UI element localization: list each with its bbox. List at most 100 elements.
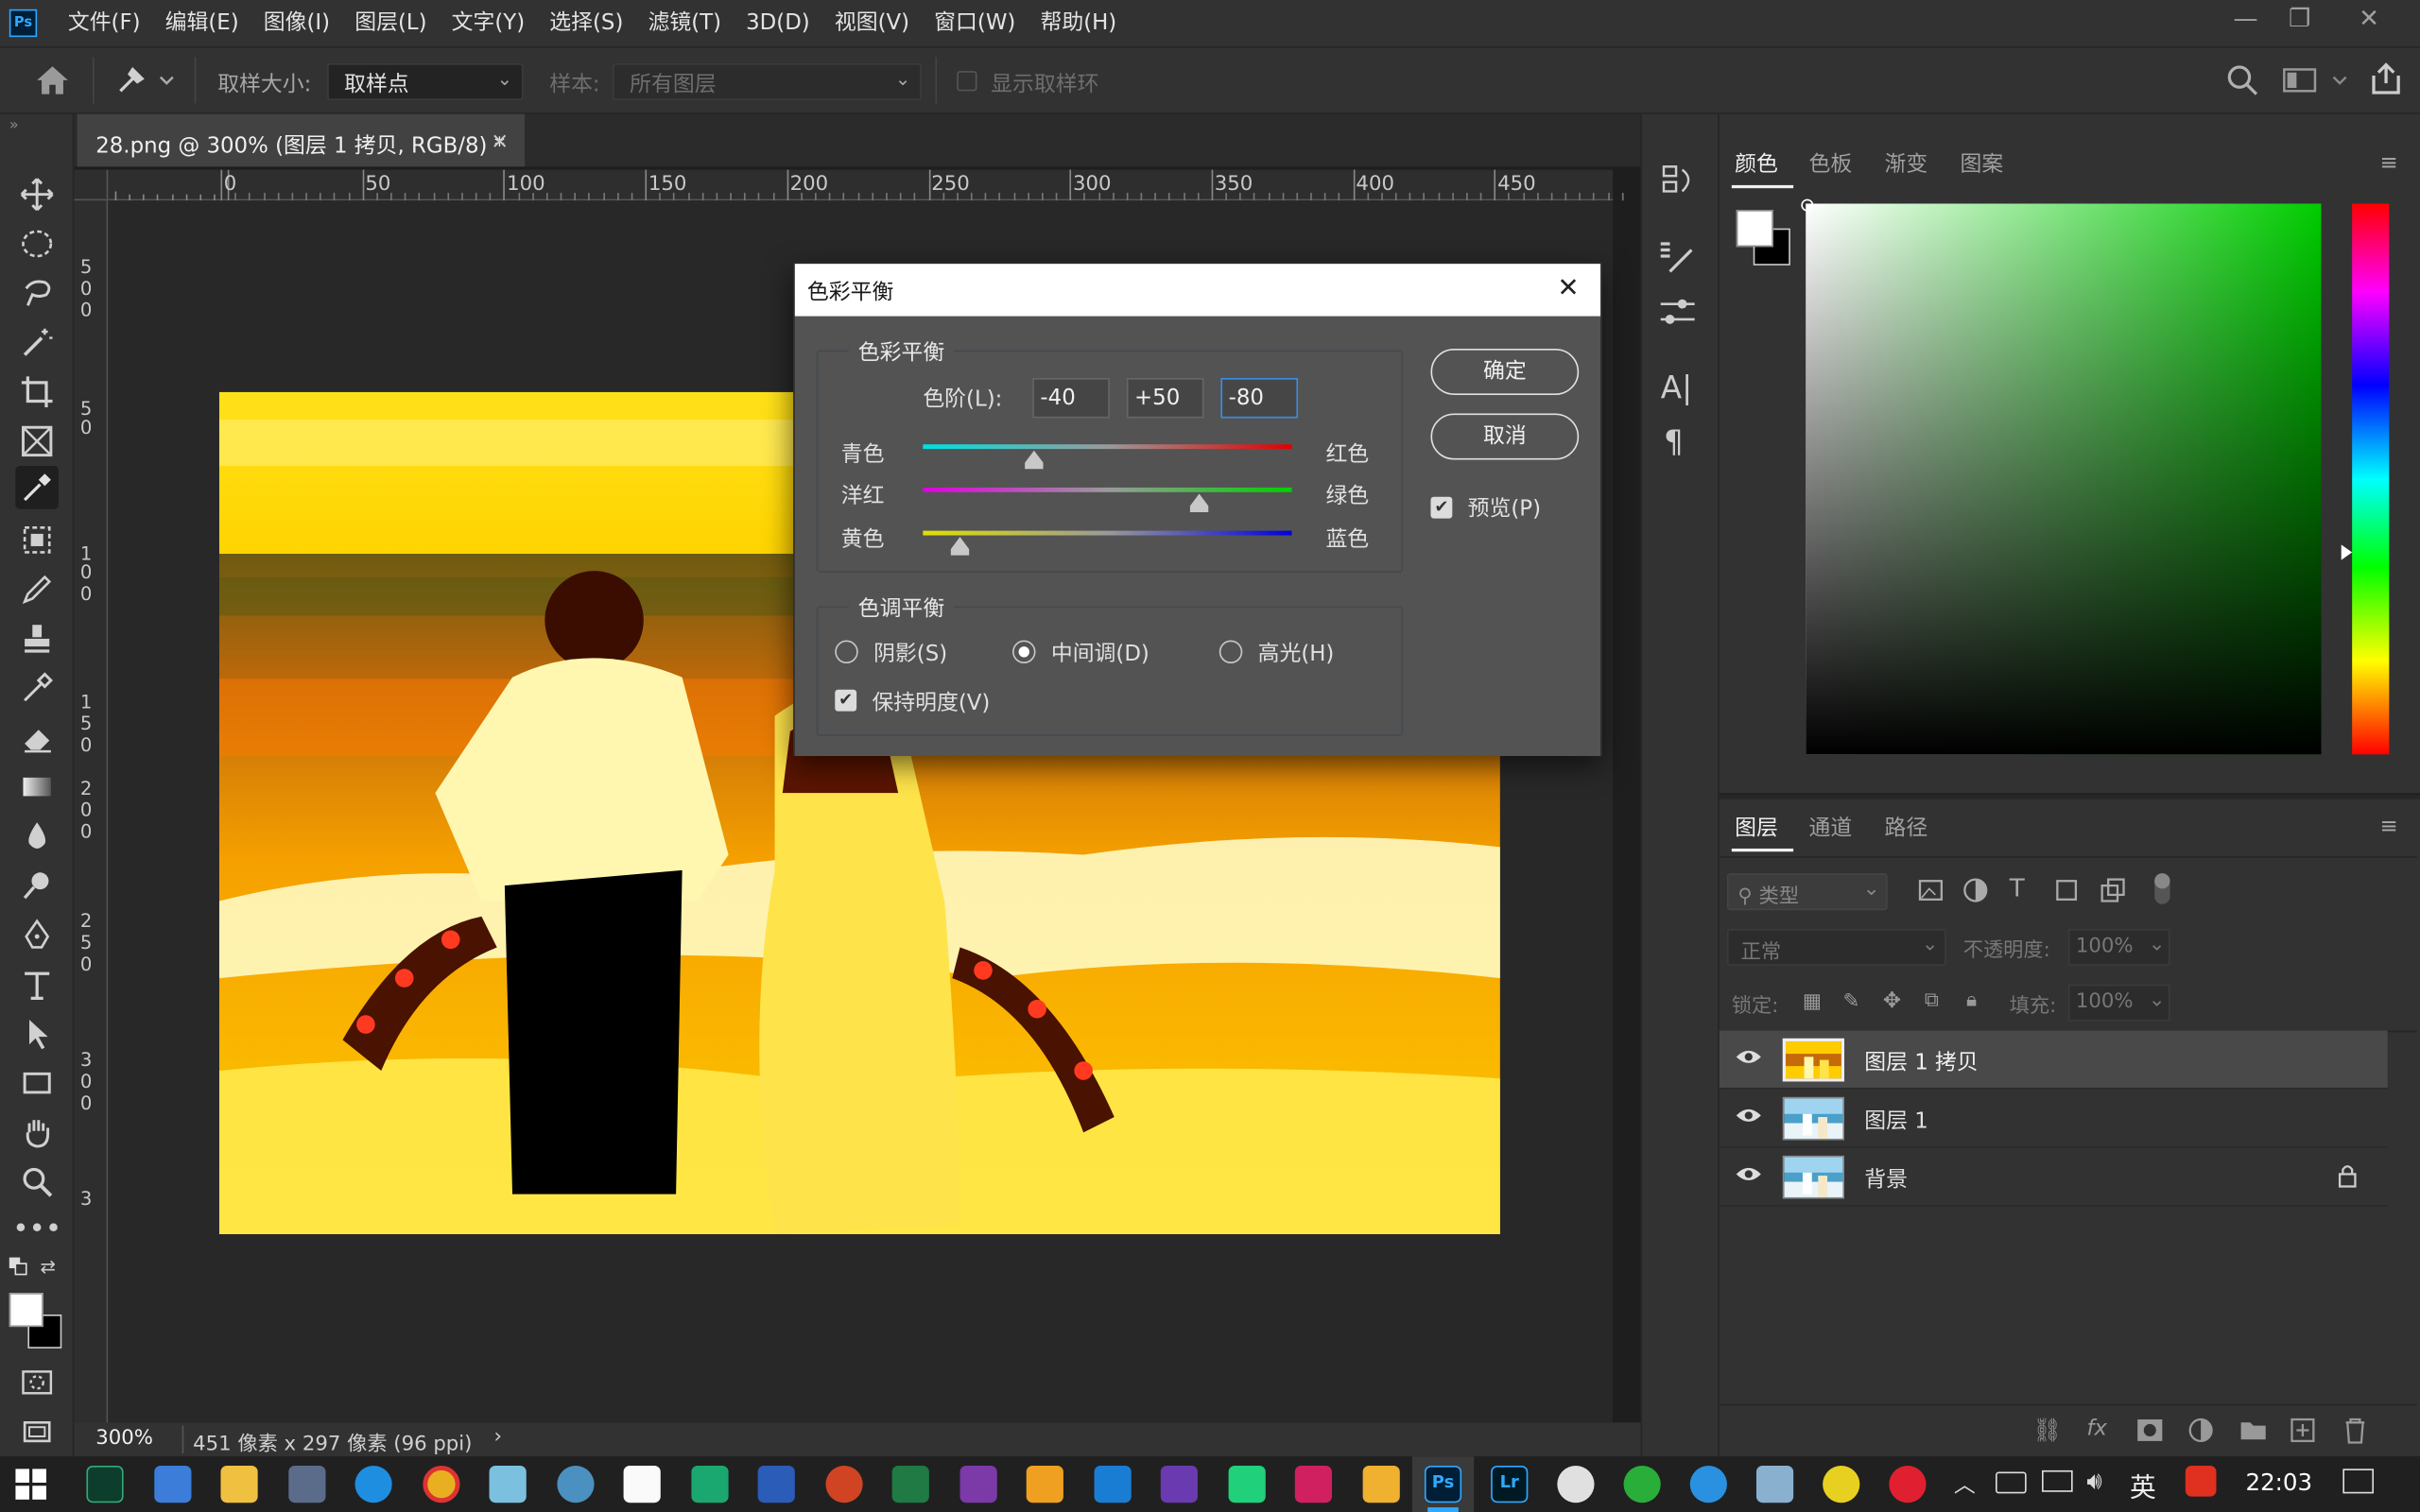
panel-menu-icon[interactable]: ≡ xyxy=(2380,815,2398,839)
edge-browser-icon[interactable] xyxy=(354,1466,392,1503)
frame-tool-icon[interactable] xyxy=(15,420,59,463)
workspace-icon[interactable] xyxy=(2281,66,2352,94)
search-icon[interactable] xyxy=(2225,63,2259,97)
blur-tool-icon[interactable] xyxy=(15,815,59,858)
cyan-red-slider-track[interactable] xyxy=(923,444,1292,450)
tab-color[interactable]: 颜色 xyxy=(1735,148,1778,180)
powerpoint-app-icon[interactable] xyxy=(825,1466,863,1503)
zoom-level[interactable]: 300% xyxy=(95,1427,153,1450)
layer-style-icon[interactable]: fx xyxy=(2086,1417,2107,1441)
lock-transparent-icon[interactable]: ▦ xyxy=(1803,990,1822,1013)
tab-swatches[interactable]: 色板 xyxy=(1808,148,1852,180)
lightroom-taskbar-icon[interactable]: Lr xyxy=(1491,1466,1529,1503)
adjustments-icon[interactable] xyxy=(1657,293,1697,333)
menu-select[interactable]: 选择(S) xyxy=(537,0,635,46)
brush-settings-icon[interactable] xyxy=(1657,237,1697,277)
cancel-button[interactable]: 取消 xyxy=(1430,413,1580,460)
user-app-icon[interactable] xyxy=(154,1466,192,1503)
show-ring-checkbox[interactable] xyxy=(957,71,977,92)
gradient-tool-icon[interactable] xyxy=(15,765,59,809)
brush-tool-icon[interactable] xyxy=(15,568,59,611)
tone-midtones-radio[interactable] xyxy=(1012,640,1036,664)
path-selection-tool-icon[interactable] xyxy=(15,1012,59,1056)
minimize-icon[interactable]: — xyxy=(2215,0,2276,40)
lasso-tool-icon[interactable] xyxy=(15,271,59,315)
eye-icon[interactable] xyxy=(1735,1163,1762,1185)
windows-start-icon[interactable] xyxy=(15,1469,46,1500)
menu-3d[interactable]: 3D(D) xyxy=(734,0,822,46)
dialog-close-icon[interactable]: ✕ xyxy=(1557,273,1579,304)
network-icon[interactable] xyxy=(2041,1469,2073,1492)
home-icon[interactable] xyxy=(34,63,71,97)
adjustment-layer-icon[interactable] xyxy=(2188,1418,2213,1443)
onenote-app-icon[interactable] xyxy=(959,1466,997,1503)
magic-wand-tool-icon[interactable] xyxy=(15,321,59,365)
tab-patterns[interactable]: 图案 xyxy=(1960,148,2003,180)
eraser-tool-icon[interactable] xyxy=(15,716,59,760)
ok-button[interactable]: 确定 xyxy=(1430,348,1580,395)
clock[interactable]: 22:03 xyxy=(2246,1469,2313,1496)
visual-studio-icon[interactable] xyxy=(1160,1466,1198,1503)
filter-type-icon[interactable]: T xyxy=(2010,873,2025,902)
markdown-app-icon[interactable] xyxy=(691,1466,729,1503)
delete-layer-icon[interactable] xyxy=(2342,1417,2367,1444)
eye-icon[interactable] xyxy=(1735,1046,1762,1068)
filter-shape-icon[interactable] xyxy=(2052,876,2080,903)
wechat-app-icon[interactable] xyxy=(1623,1466,1661,1503)
sublime-app-icon[interactable] xyxy=(1026,1466,1063,1503)
move-tool-icon[interactable] xyxy=(15,173,59,216)
blend-mode-select[interactable]: 正常 ⌄ xyxy=(1726,928,1946,967)
rectangle-tool-icon[interactable] xyxy=(15,1061,59,1105)
preserve-luminosity-checkbox[interactable]: ✔ xyxy=(835,689,857,712)
pen-tool-icon[interactable] xyxy=(15,914,59,957)
hand-tool-icon[interactable] xyxy=(15,1111,59,1155)
tray-expand-icon[interactable]: ︿ xyxy=(1954,1469,1976,1500)
sample-select[interactable]: 所有图层 ⌄ xyxy=(613,62,922,101)
lock-artboard-icon[interactable]: ⧉ xyxy=(1925,989,1939,1012)
calculator-icon[interactable] xyxy=(288,1466,326,1503)
add-mask-icon[interactable] xyxy=(2136,1418,2164,1442)
typora-app-icon[interactable] xyxy=(623,1466,661,1503)
battery-icon[interactable] xyxy=(1996,1471,2027,1494)
share-icon[interactable] xyxy=(2369,61,2403,95)
menu-help[interactable]: 帮助(H) xyxy=(1028,0,1129,46)
lock-position-icon[interactable]: ✥ xyxy=(1883,989,1901,1014)
intellij-app-icon[interactable] xyxy=(1294,1466,1332,1503)
status-menu-arrow-icon[interactable]: › xyxy=(493,1426,501,1449)
menu-window[interactable]: 窗口(W) xyxy=(922,0,1028,46)
pycharm-app-icon[interactable] xyxy=(1228,1466,1266,1503)
close-window-icon[interactable]: ✕ xyxy=(2338,0,2399,40)
qq-app-icon[interactable] xyxy=(1557,1466,1595,1503)
dialog-titlebar[interactable]: 色彩平衡 ✕ xyxy=(794,264,1601,317)
magenta-green-slider-track[interactable] xyxy=(923,487,1292,492)
vscode-app-icon[interactable] xyxy=(1094,1466,1132,1503)
foreground-color-swatch[interactable] xyxy=(9,1293,43,1328)
menu-layer[interactable]: 图层(L) xyxy=(342,0,439,46)
tab-paths[interactable]: 路径 xyxy=(1884,812,1927,843)
level-yellow-blue-input[interactable]: -80 xyxy=(1220,377,1299,419)
yellow-blue-slider-thumb[interactable] xyxy=(950,537,970,556)
magenta-green-slider-thumb[interactable] xyxy=(1190,493,1209,513)
color-picker-handle[interactable] xyxy=(1801,198,1814,212)
preview-checkbox[interactable]: ✔ xyxy=(1430,496,1453,519)
pin-app-icon[interactable] xyxy=(557,1466,595,1503)
link-layers-icon[interactable]: ⛓︎ xyxy=(2032,1417,2062,1444)
excel-app-icon[interactable] xyxy=(891,1466,929,1503)
dodge-tool-icon[interactable] xyxy=(15,864,59,907)
lock-all-icon[interactable]: 🔒︎ xyxy=(1966,989,1977,1012)
chrome-browser-icon[interactable] xyxy=(423,1466,460,1503)
default-colors-icon[interactable] xyxy=(8,1256,29,1278)
store-app-icon[interactable] xyxy=(1755,1466,1794,1503)
terminal-app-icon[interactable] xyxy=(86,1466,124,1503)
menu-file[interactable]: 文件(F) xyxy=(56,0,153,46)
layer-filter-select[interactable]: ⚲ 类型 ⌄ xyxy=(1726,873,1888,911)
photoshop-logo[interactable]: Ps xyxy=(9,9,38,38)
character-panel-icon[interactable]: A| xyxy=(1661,369,1692,405)
filter-toggle[interactable] xyxy=(2154,873,2170,904)
menu-type[interactable]: 文字(Y) xyxy=(440,0,538,46)
sogou-ime-icon[interactable] xyxy=(2185,1466,2217,1497)
sample-size-select[interactable]: 取样点 ⌄ xyxy=(327,62,524,101)
word-app-icon[interactable] xyxy=(757,1466,795,1503)
tab-layers[interactable]: 图层 xyxy=(1735,812,1778,843)
notebook-app-icon[interactable] xyxy=(1362,1466,1400,1503)
